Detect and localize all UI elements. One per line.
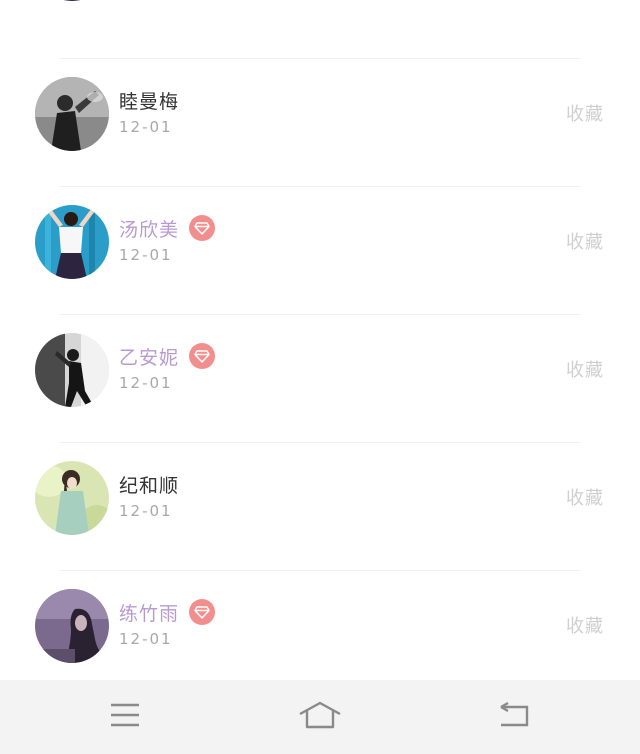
list-item[interactable]: 乙安妮 12-01 收藏	[0, 314, 640, 442]
name-line: 练竹雨	[119, 598, 216, 626]
item-date: 12-01	[119, 502, 173, 520]
back-button[interactable]	[455, 680, 575, 754]
avatar[interactable]	[35, 205, 109, 279]
avatar[interactable]	[35, 77, 109, 151]
user-name[interactable]: 纪和顺	[119, 471, 179, 498]
list-item[interactable]: 12-01	[0, 0, 640, 36]
avatar[interactable]	[35, 589, 109, 663]
list-item[interactable]: 纪和顺 12-01 收藏	[0, 442, 640, 570]
user-list: 12-01 睦曼梅 12-01 收藏	[0, 0, 640, 680]
item-date: 12-01	[119, 630, 173, 648]
vip-diamond-icon	[189, 343, 216, 369]
collect-button[interactable]: 收藏	[566, 228, 604, 254]
collect-button[interactable]: 收藏	[566, 484, 604, 510]
system-nav-bar	[0, 680, 640, 754]
collect-button[interactable]: 收藏	[566, 356, 604, 382]
vip-diamond-icon	[189, 215, 216, 241]
user-name[interactable]: 睦曼梅	[119, 87, 179, 114]
name-line: 乙安妮	[119, 342, 216, 370]
collect-button[interactable]: 收藏	[566, 100, 604, 126]
home-button[interactable]	[260, 680, 380, 754]
item-date: 12-01	[119, 374, 173, 392]
list-item[interactable]: 睦曼梅 12-01 收藏	[0, 58, 640, 186]
name-line: 汤欣美	[119, 214, 216, 242]
collect-button[interactable]: 收藏	[566, 612, 604, 638]
user-name[interactable]: 乙安妮	[119, 343, 179, 370]
item-date: 12-01	[119, 118, 173, 136]
menu-button[interactable]	[65, 680, 185, 754]
back-icon	[498, 701, 532, 733]
vip-diamond-icon	[189, 599, 216, 625]
avatar[interactable]	[35, 333, 109, 407]
name-line: 睦曼梅	[119, 86, 179, 114]
menu-icon	[109, 702, 141, 732]
user-name[interactable]: 汤欣美	[119, 215, 179, 242]
home-icon	[298, 700, 342, 734]
name-line: 纪和顺	[119, 470, 179, 498]
list-item[interactable]: 练竹雨 12-01 收藏	[0, 570, 640, 680]
avatar[interactable]	[35, 461, 109, 535]
list-item[interactable]: 汤欣美 12-01 收藏	[0, 186, 640, 314]
user-name[interactable]: 练竹雨	[119, 599, 179, 626]
item-date: 12-01	[119, 246, 173, 264]
avatar[interactable]	[35, 0, 109, 1]
